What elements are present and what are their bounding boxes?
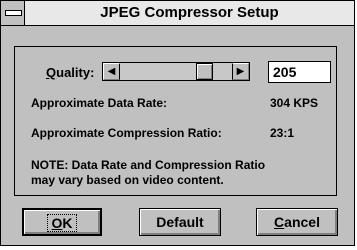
right-arrow-icon[interactable]: ▶ [232,63,249,80]
slider-thumb[interactable] [196,63,213,80]
data-rate-label: Approximate Data Rate: [31,96,168,110]
ok-button[interactable]: OK [22,208,102,236]
left-arrow-icon[interactable]: ◀ [103,63,120,80]
compression-ratio-label: Approximate Compression Ratio: [31,126,222,140]
note-line-2: may vary based on video content. [31,173,224,187]
quality-slider[interactable]: ◀ ▶ [102,62,250,81]
title-bar: JPEG Compressor Setup [1,1,354,26]
compression-ratio-value: 23:1 [270,126,295,140]
quality-label: Quality: [46,65,95,80]
system-menu-icon[interactable] [1,1,25,25]
default-button[interactable]: Default [139,208,221,236]
cancel-button[interactable]: Cancel [256,208,338,236]
note-line-1: NOTE: Data Rate and Compression Ratio [31,158,266,172]
data-rate-value: 304 KPS [270,96,319,110]
quality-value-field[interactable]: 205 [268,61,331,83]
window-title: JPEG Compressor Setup [100,4,279,21]
